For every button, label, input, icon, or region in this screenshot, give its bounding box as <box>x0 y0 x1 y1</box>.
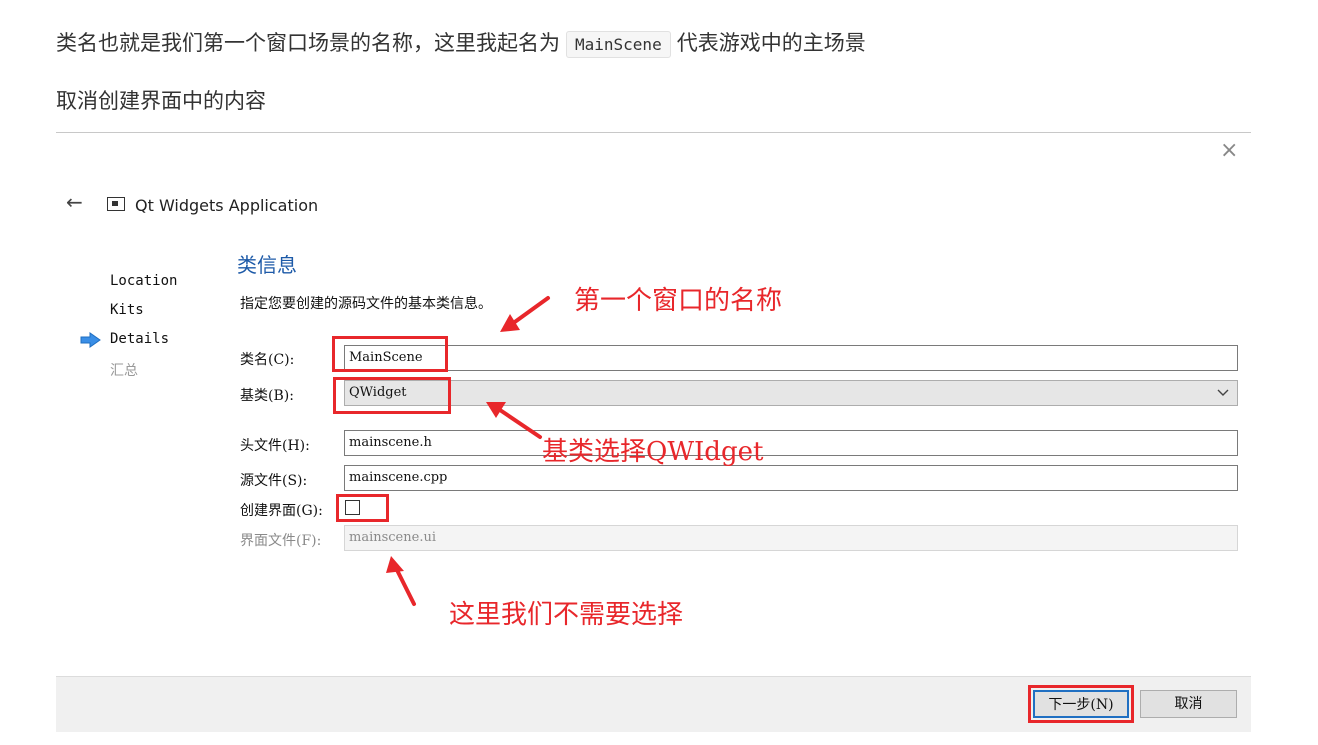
arrow-to-form-file <box>394 566 416 606</box>
arrowhead <box>500 314 520 332</box>
arrow-to-base-class <box>498 408 542 439</box>
annotation-arrows <box>386 296 550 606</box>
annotation-base-class: 基类选择QWIdget <box>542 437 764 467</box>
arrow-to-class-name <box>510 296 550 326</box>
annotation-window-name: 第一个窗口的名称 <box>574 286 783 316</box>
arrowhead <box>386 556 404 573</box>
annotation-no-need: 这里我们不需要选择 <box>449 600 684 630</box>
